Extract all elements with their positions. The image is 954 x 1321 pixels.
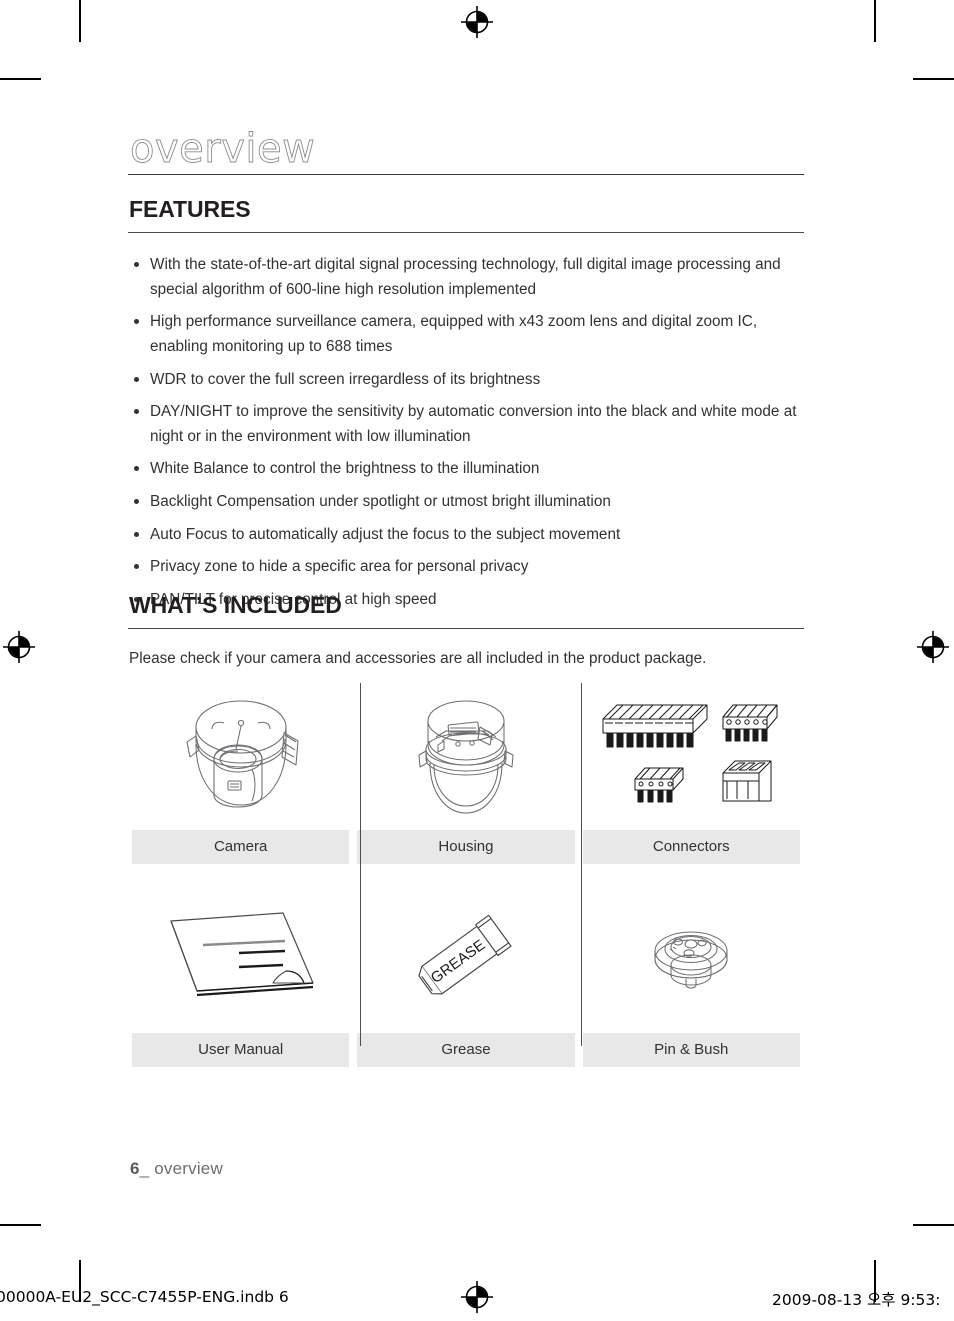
item-label: Grease [357, 1033, 575, 1067]
terminal-connectors-icon [579, 683, 804, 830]
pin-and-bush-icon [579, 886, 804, 1033]
item-label: Camera [132, 830, 350, 864]
caption-wrap: Camera [128, 830, 353, 864]
chapter-header: overview [128, 126, 804, 176]
features-list: With the state-of-the-art digital signal… [128, 253, 804, 612]
included-items-grid: Camera Housing Connectors User Manual GR… [128, 683, 804, 1067]
crop-mark-top-right-horizontal [913, 78, 954, 80]
caption-wrap: Pin & Bush [579, 1033, 804, 1067]
chapter-rule [128, 174, 804, 176]
list-item: DAY/NIGHT to improve the sensitivity by … [128, 400, 800, 449]
list-item: WDR to cover the full screen irregardles… [128, 368, 800, 393]
item-label: User Manual [132, 1033, 350, 1067]
caption-wrap: Grease [353, 1033, 578, 1067]
included-items-row: User Manual GREASE Grease Pin & Bush [128, 886, 804, 1067]
crop-mark-top-left-vertical [79, 0, 81, 42]
page-footer: 6_ overview [130, 1159, 223, 1179]
manual-booklet-icon [128, 886, 353, 1033]
grid-divider-2 [581, 683, 582, 1046]
registration-mark-right [916, 630, 950, 664]
list-item: Backlight Compensation under spotlight o… [128, 490, 800, 515]
crop-mark-top-left-horizontal [0, 78, 41, 80]
included-item-connectors: Connectors [579, 683, 804, 864]
dome-camera-icon [128, 683, 353, 830]
footer-separator: _ [139, 1159, 150, 1178]
footer-chapter-label: overview [154, 1159, 223, 1178]
chapter-title: overview [130, 126, 316, 172]
list-item: High performance surveillance camera, eq… [128, 310, 800, 359]
registration-mark-left [2, 630, 36, 664]
caption-wrap: User Manual [128, 1033, 353, 1067]
included-item-housing: Housing [353, 683, 578, 864]
included-item-grease: GREASE Grease [353, 886, 578, 1067]
whats-included-rule [128, 628, 804, 630]
included-items-row: Camera Housing Connectors [128, 683, 804, 864]
list-item: White Balance to control the brightness … [128, 457, 800, 482]
crop-mark-bottom-left-horizontal [0, 1224, 41, 1226]
item-label: Pin & Bush [582, 1033, 800, 1067]
included-item-user-manual: User Manual [128, 886, 353, 1067]
caption-wrap: Housing [353, 830, 578, 864]
grid-row-gap [128, 864, 804, 886]
list-item: With the state-of-the-art digital signal… [128, 253, 800, 302]
item-label: Housing [357, 830, 575, 864]
list-item: Privacy zone to hide a specific area for… [128, 555, 800, 580]
caption-wrap: Connectors [579, 830, 804, 864]
item-label: Connectors [582, 830, 800, 864]
camera-housing-icon [353, 683, 578, 830]
page-number: 6 [130, 1159, 140, 1178]
included-item-camera: Camera [128, 683, 353, 864]
included-item-pin-and-bush: Pin & Bush [579, 886, 804, 1067]
crop-mark-bottom-right-horizontal [913, 1224, 954, 1226]
features-rule [128, 232, 804, 234]
page-content: overview FEATURES With the state-of-the-… [128, 0, 804, 1321]
list-item: Auto Focus to automatically adjust the f… [128, 523, 800, 548]
whats-included-intro: Please check if your camera and accessor… [129, 650, 707, 668]
grid-divider-1 [360, 683, 361, 1046]
print-slug-filename: 00000A-EU2_SCC-C7455P-ENG.indb 6 [0, 1288, 289, 1306]
whats-included-heading: WHAT’S INCLUDED [129, 592, 342, 618]
crop-mark-top-right-vertical [874, 0, 876, 42]
features-heading: FEATURES [129, 196, 251, 222]
features-section: FEATURES With the state-of-the-art digit… [128, 196, 804, 620]
whats-included-section: WHAT’S INCLUDED Please check if your cam… [128, 592, 804, 671]
print-slug-timestamp: 2009-08-13 오후 9:53: [772, 1291, 941, 1309]
grease-tube-icon: GREASE [353, 886, 578, 1033]
